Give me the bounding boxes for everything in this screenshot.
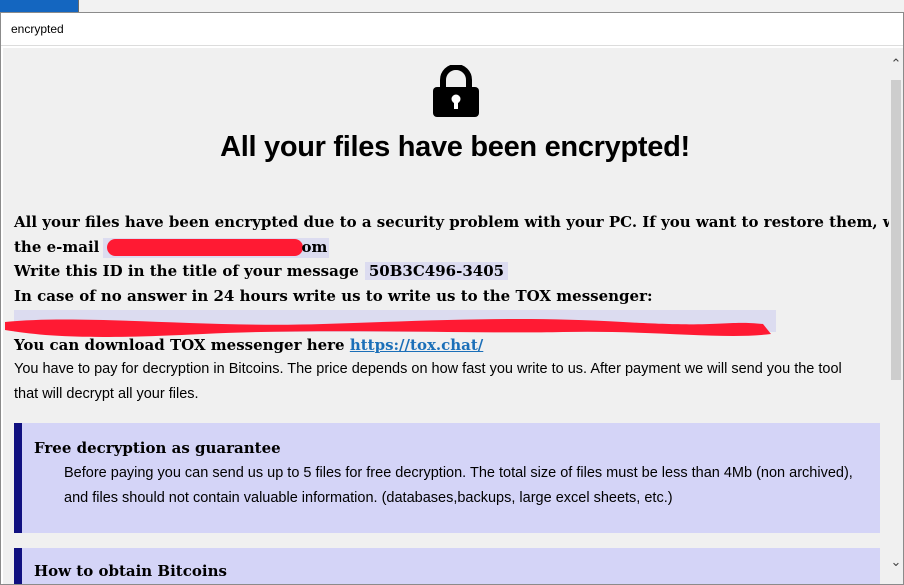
intro-text: All your files have been encrypted due t…: [14, 213, 889, 231]
free-decryption-panel: Free decryption as guarantee Before payi…: [14, 423, 880, 533]
scroll-up-icon[interactable]: ⌃: [889, 56, 903, 74]
panel-title: Free decryption as guarantee: [34, 439, 281, 457]
id-label: Write this ID in the title of your messa…: [14, 262, 359, 280]
email-address-field[interactable]: om: [103, 238, 330, 258]
email-suffix: om: [301, 238, 328, 256]
vertical-scrollbar[interactable]: ⌃ ⌄: [889, 48, 903, 584]
email-line: the e-mail om: [14, 238, 330, 258]
window-title: encrypted: [11, 22, 64, 36]
note-content: All your files have been encrypted! All …: [3, 48, 889, 584]
obtain-bitcoins-panel: How to obtain Bitcoins: [14, 548, 880, 584]
email-redaction: [107, 239, 304, 256]
download-line: You can download TOX messenger here http…: [14, 336, 483, 354]
tox-download-link[interactable]: https://tox.chat/: [350, 336, 483, 354]
page-title: All your files have been encrypted!: [220, 131, 690, 163]
panel-body-line: Before paying you can send us up to 5 fi…: [64, 465, 853, 481]
payment-text-1: You have to pay for decryption in Bitcoi…: [14, 361, 842, 377]
panel-body: Before paying you can send us up to 5 fi…: [64, 461, 853, 511]
panel-body-line: and files should not contain valuable in…: [64, 490, 673, 506]
scrollbar-thumb[interactable]: [891, 80, 901, 380]
scroll-down-icon[interactable]: ⌄: [889, 554, 903, 572]
background-window-edge: [78, 0, 904, 12]
id-value[interactable]: 50B3C496-3405: [364, 262, 509, 280]
ransom-note-window: encrypted All your files have been encry…: [0, 12, 904, 585]
window-titlebar[interactable]: encrypted: [1, 13, 903, 46]
download-label: You can download TOX messenger here: [14, 336, 345, 354]
panel-title: How to obtain Bitcoins: [34, 562, 227, 580]
payment-text-2: that will decrypt all your files.: [14, 386, 199, 402]
email-label: the e-mail: [14, 238, 100, 256]
id-line: Write this ID in the title of your messa…: [14, 262, 509, 280]
panel-accent-bar: [14, 548, 22, 584]
panel-accent-bar: [14, 423, 22, 533]
lock-icon: [433, 65, 479, 117]
